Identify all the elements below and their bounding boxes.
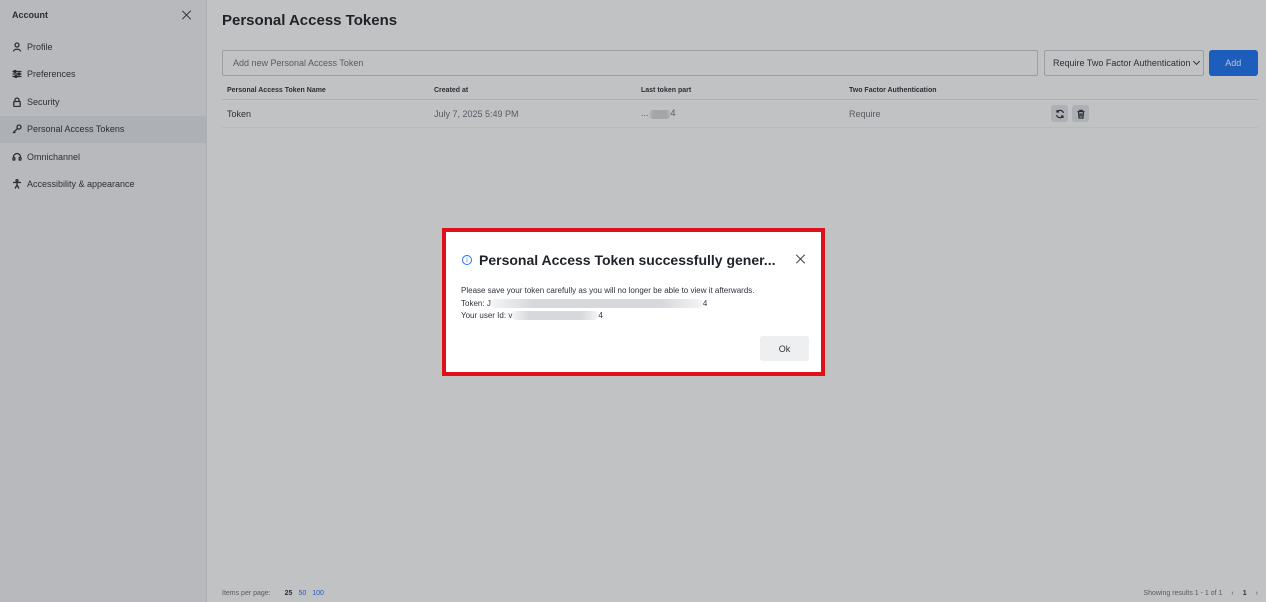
token-generated-modal: i Personal Access Token successfully gen… <box>446 232 821 372</box>
redacted-user-id <box>512 311 599 321</box>
token-label: Token: <box>461 298 485 308</box>
info-icon: i <box>462 255 472 265</box>
token-line: Token: J4 <box>461 298 807 311</box>
ok-button[interactable]: Ok <box>760 336 809 361</box>
redacted-token <box>490 298 703 308</box>
modal-highlight-frame: i Personal Access Token successfully gen… <box>442 228 825 376</box>
close-icon[interactable] <box>795 253 807 265</box>
user-id-label: Your user Id: <box>461 311 507 320</box>
user-id-suffix: 4 <box>598 311 603 320</box>
modal-message: Please save your token carefully as you … <box>461 286 755 295</box>
modal-header: i Personal Access Token successfully gen… <box>462 250 807 270</box>
modal-body: Please save your token carefully as you … <box>461 285 807 323</box>
modal-title: Personal Access Token successfully gener… <box>479 252 776 268</box>
token-suffix: 4 <box>702 298 708 308</box>
user-id-line: Your user Id: v4 <box>461 310 807 323</box>
